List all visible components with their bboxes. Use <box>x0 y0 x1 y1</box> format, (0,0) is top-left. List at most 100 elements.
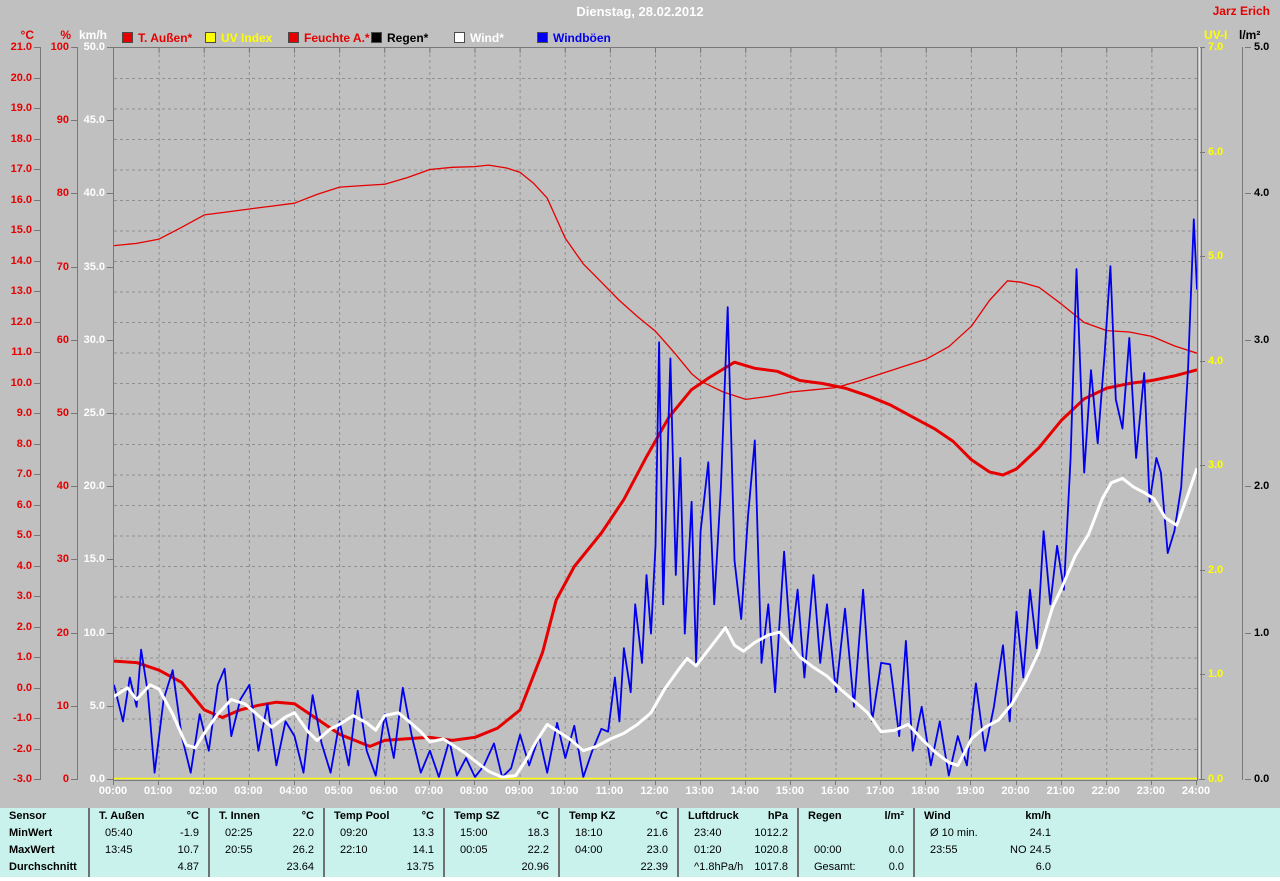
x-tick-label: 21:00 <box>1046 785 1075 797</box>
table-avg-row: 20.96 <box>445 859 558 876</box>
y-axis-tick <box>1199 256 1205 257</box>
sensor-unit: °C <box>536 810 549 822</box>
legend-item-5: Wind* <box>454 31 504 45</box>
y-tick-label: -1.0 <box>13 712 32 724</box>
legend-item-3: Feuchte A.* <box>288 31 370 45</box>
y-axis-tick <box>34 688 40 689</box>
axis-unit-label: UV-I <box>1204 28 1228 42</box>
x-tick-label: 11:00 <box>595 785 624 797</box>
y-tick-label: 14.0 <box>10 255 32 267</box>
x-tick-label: 15:00 <box>775 785 804 797</box>
y-tick-label: 2.0 <box>16 621 32 633</box>
y-axis-tick <box>71 193 77 194</box>
y-tick-label: 5.0 <box>89 700 105 712</box>
y-tick-label: 4.0 <box>1208 355 1224 367</box>
x-tick-label: 08:00 <box>459 785 489 797</box>
legend-swatch-icon <box>288 32 299 43</box>
sensor-unit: °C <box>655 810 668 822</box>
y-tick-label: -3.0 <box>13 773 32 785</box>
max-value: 14.1 <box>412 844 434 856</box>
y-tick-label: 10 <box>56 700 69 712</box>
axis-unit-label: l/m² <box>1239 28 1261 42</box>
table-row-label-text: MinWert <box>9 827 53 839</box>
y-axis-tick <box>1199 674 1205 675</box>
avg-value: 4.87 <box>177 861 199 873</box>
y-axis-tick <box>71 486 77 487</box>
axis-unit-label: km/h <box>78 28 107 42</box>
y-tick-label: 100 <box>50 41 69 53</box>
sensor-unit: km/h <box>1025 810 1051 822</box>
y-tick-label: 7.0 <box>1208 41 1224 53</box>
y-axis-tick <box>71 340 77 341</box>
plot-edge-highlight <box>1199 47 1200 779</box>
max-time: 20:55 <box>225 844 253 856</box>
y-tick-label: 5.0 <box>1208 250 1224 262</box>
table-column-luftdruck: Luftdruck hPa 23:40 1012.2 01:20 1020.8 ^1.8hP… <box>677 808 797 877</box>
y-axis-tick <box>34 444 40 445</box>
sensor-name: Temp SZ <box>454 810 500 822</box>
summary-table: Sensor MinWert MaxWert Durchschnitt T. Außen… <box>0 808 1280 877</box>
y-tick-label: 40.0 <box>83 187 105 199</box>
avg-time: Gesamt: <box>814 861 856 873</box>
y-axis-tick <box>34 474 40 475</box>
x-tick-label: 13:00 <box>685 785 714 797</box>
table-min-row: 05:40 -1.9 <box>90 825 208 842</box>
y-tick-label: 0.0 <box>89 773 105 785</box>
sensor-unit: l/m² <box>884 810 904 822</box>
table-avg-row: ^1.8hPa/h 1017.8 <box>679 859 797 876</box>
y-axis-tick <box>34 108 40 109</box>
x-tick-label: 19:00 <box>956 785 985 797</box>
sensor-name: T. Innen <box>219 810 260 822</box>
y-axis-tick <box>71 413 77 414</box>
table-max-row: 13:45 10.7 <box>90 842 208 859</box>
max-time: 00:00 <box>814 844 842 856</box>
max-value: 23.0 <box>646 844 668 856</box>
y-axis-tick <box>71 706 77 707</box>
table-min-row: Ø 10 min. 24.1 <box>915 825 1060 842</box>
legend-swatch-icon <box>371 32 382 43</box>
x-tick-label: 14:00 <box>730 785 759 797</box>
table-label-column: Sensor MinWert MaxWert Durchschnitt <box>0 808 88 877</box>
table-avg-row: 22.39 <box>560 859 677 876</box>
y-tick-label: 13.0 <box>10 285 32 297</box>
max-value: 22.2 <box>527 844 549 856</box>
y-axis-tick <box>1199 779 1205 780</box>
legend-swatch-icon <box>122 32 133 43</box>
legend-item-1: T. Außen* <box>122 31 192 45</box>
y-axis-tick <box>1245 779 1251 780</box>
x-tick-label: 05:00 <box>324 785 353 797</box>
bottom-strip <box>0 877 1280 881</box>
avg-time <box>90 859 105 876</box>
y-axis-tick <box>71 267 77 268</box>
y-tick-label: 7.0 <box>16 468 32 480</box>
min-value: 13.3 <box>412 827 434 839</box>
y-tick-label: 21.0 <box>10 41 32 53</box>
table-max-row: 22:10 14.1 <box>325 842 443 859</box>
watermark-author: Jarz Erich <box>1212 4 1270 18</box>
y-tick-label: 6.0 <box>16 499 32 511</box>
table-row-label-text: Sensor <box>9 810 47 822</box>
y-axis-tick <box>1199 47 1205 48</box>
min-value: 22.0 <box>292 827 314 839</box>
legend-label: Wind* <box>470 31 504 45</box>
avg-time <box>445 859 460 876</box>
table-header-row: Temp Pool °C <box>325 808 443 825</box>
x-tick-label: 23:00 <box>1136 785 1165 797</box>
sensor-name: Regen <box>808 810 842 822</box>
y-tick-label: 20.0 <box>83 480 105 492</box>
y-axis-tick <box>34 200 40 201</box>
y-tick-label: 30 <box>56 553 69 565</box>
y-tick-label: 50 <box>56 407 69 419</box>
table-column-t-au-en: T. Außen °C 05:40 -1.9 13:45 10.7 4.87 <box>88 808 208 877</box>
y-axis-tick <box>1199 361 1205 362</box>
y-axis-tick <box>34 566 40 567</box>
table-header-row: T. Innen °C <box>210 808 323 825</box>
y-axis-tick <box>1245 486 1251 487</box>
y-tick-label: 3.0 <box>1208 459 1224 471</box>
legend-swatch-icon <box>537 32 548 43</box>
min-value <box>904 825 913 842</box>
max-value: 10.7 <box>177 844 199 856</box>
avg-value: 13.75 <box>406 861 434 873</box>
y-tick-label: 4.0 <box>16 560 32 572</box>
legend-item-6: Windböen <box>537 31 611 45</box>
